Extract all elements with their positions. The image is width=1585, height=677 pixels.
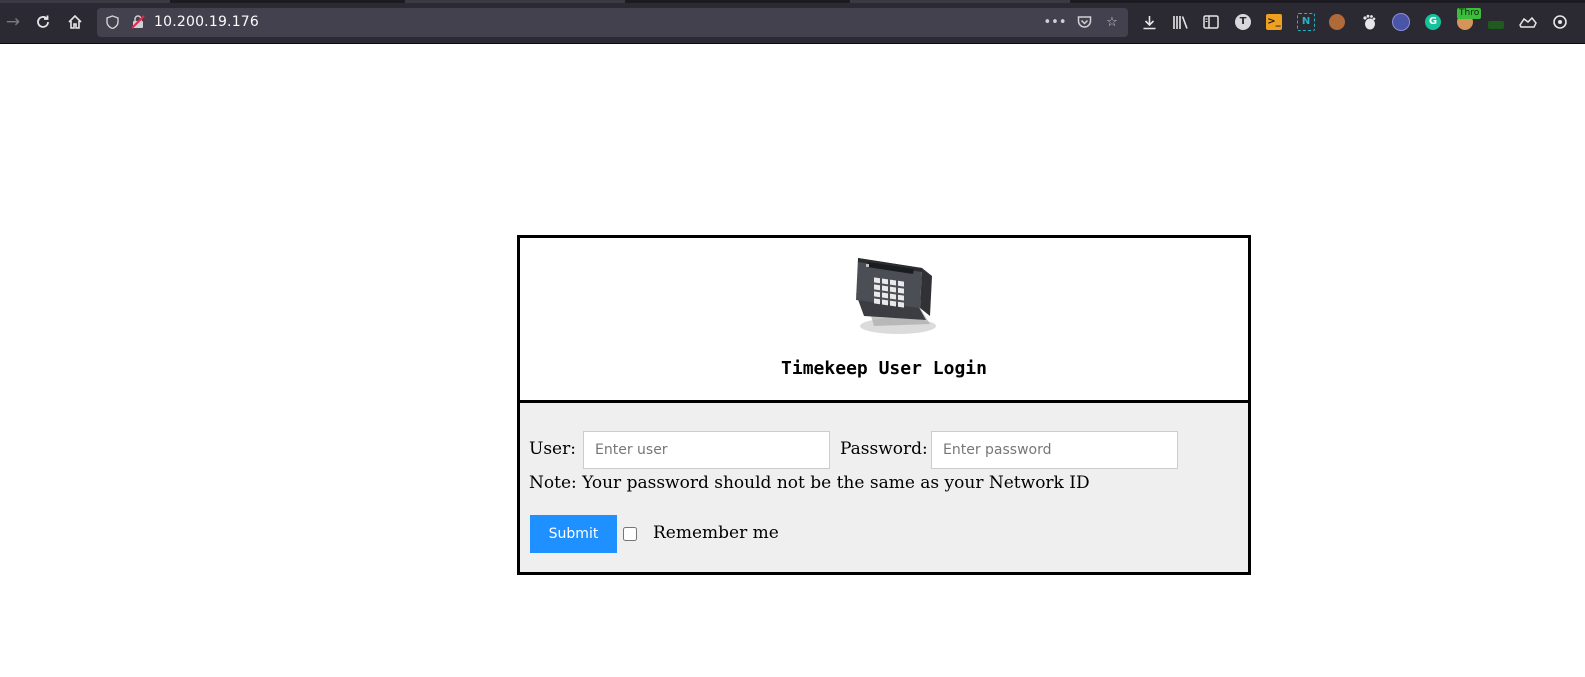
password-label: Password: [840,439,928,459]
shield-icon[interactable] [102,12,122,32]
remember-me-checkbox[interactable] [623,527,637,541]
url-bar[interactable]: 10.200.19.176 ••• ☆ [97,8,1128,37]
globe-extension-icon[interactable] [1391,12,1411,32]
gnome-foot-icon[interactable] [1359,12,1379,32]
time-clock-terminal-image [850,246,938,336]
submit-button[interactable]: Submit [530,515,617,553]
grammarly-icon[interactable]: G [1423,12,1443,32]
download-icon[interactable] [1139,12,1159,32]
browser-toolbar: → 10.200.19.176 ••• ☆ T >_ N G Thro [0,0,1585,44]
tab[interactable] [0,0,170,3]
login-header: Timekeep User Login [520,238,1248,403]
user-label: User: [529,439,576,459]
login-title: Timekeep User Login [781,358,987,379]
tab[interactable] [405,0,625,3]
tab[interactable] [850,0,1070,3]
bookmark-star-icon[interactable]: ☆ [1102,12,1122,32]
more-actions-icon[interactable]: ••• [1044,12,1067,32]
pocket-icon[interactable] [1074,12,1094,32]
login-panel: Timekeep User Login User: Password: Note… [517,235,1251,575]
throttle-badge: Thro [1457,8,1482,19]
sidebar-icon[interactable] [1201,12,1221,32]
home-icon[interactable] [64,11,86,33]
login-form: User: Password: Note: Your password shou… [520,403,1248,572]
remember-me-label[interactable]: Remember me [653,523,779,543]
nimbus-extension-icon[interactable]: N [1296,12,1316,32]
green-extension-icon[interactable] [1486,12,1506,32]
forward-icon[interactable]: → [2,11,24,33]
library-icon[interactable] [1170,12,1190,32]
tabliss-extension-icon[interactable]: T [1233,12,1253,32]
settings-extension-icon[interactable] [1550,12,1570,32]
user-input[interactable] [583,431,830,469]
insecure-lock-icon[interactable] [128,12,148,32]
url-text[interactable]: 10.200.19.176 [154,14,259,30]
terminal-extension-icon[interactable]: >_ [1264,12,1284,32]
tab-strip [0,0,1585,3]
password-input[interactable] [931,431,1178,469]
shoe-extension-icon[interactable] [1518,12,1538,32]
cookie-icon[interactable] [1327,12,1347,32]
password-note: Note: Your password should not be the sa… [529,473,1090,493]
reload-icon[interactable] [32,11,54,33]
